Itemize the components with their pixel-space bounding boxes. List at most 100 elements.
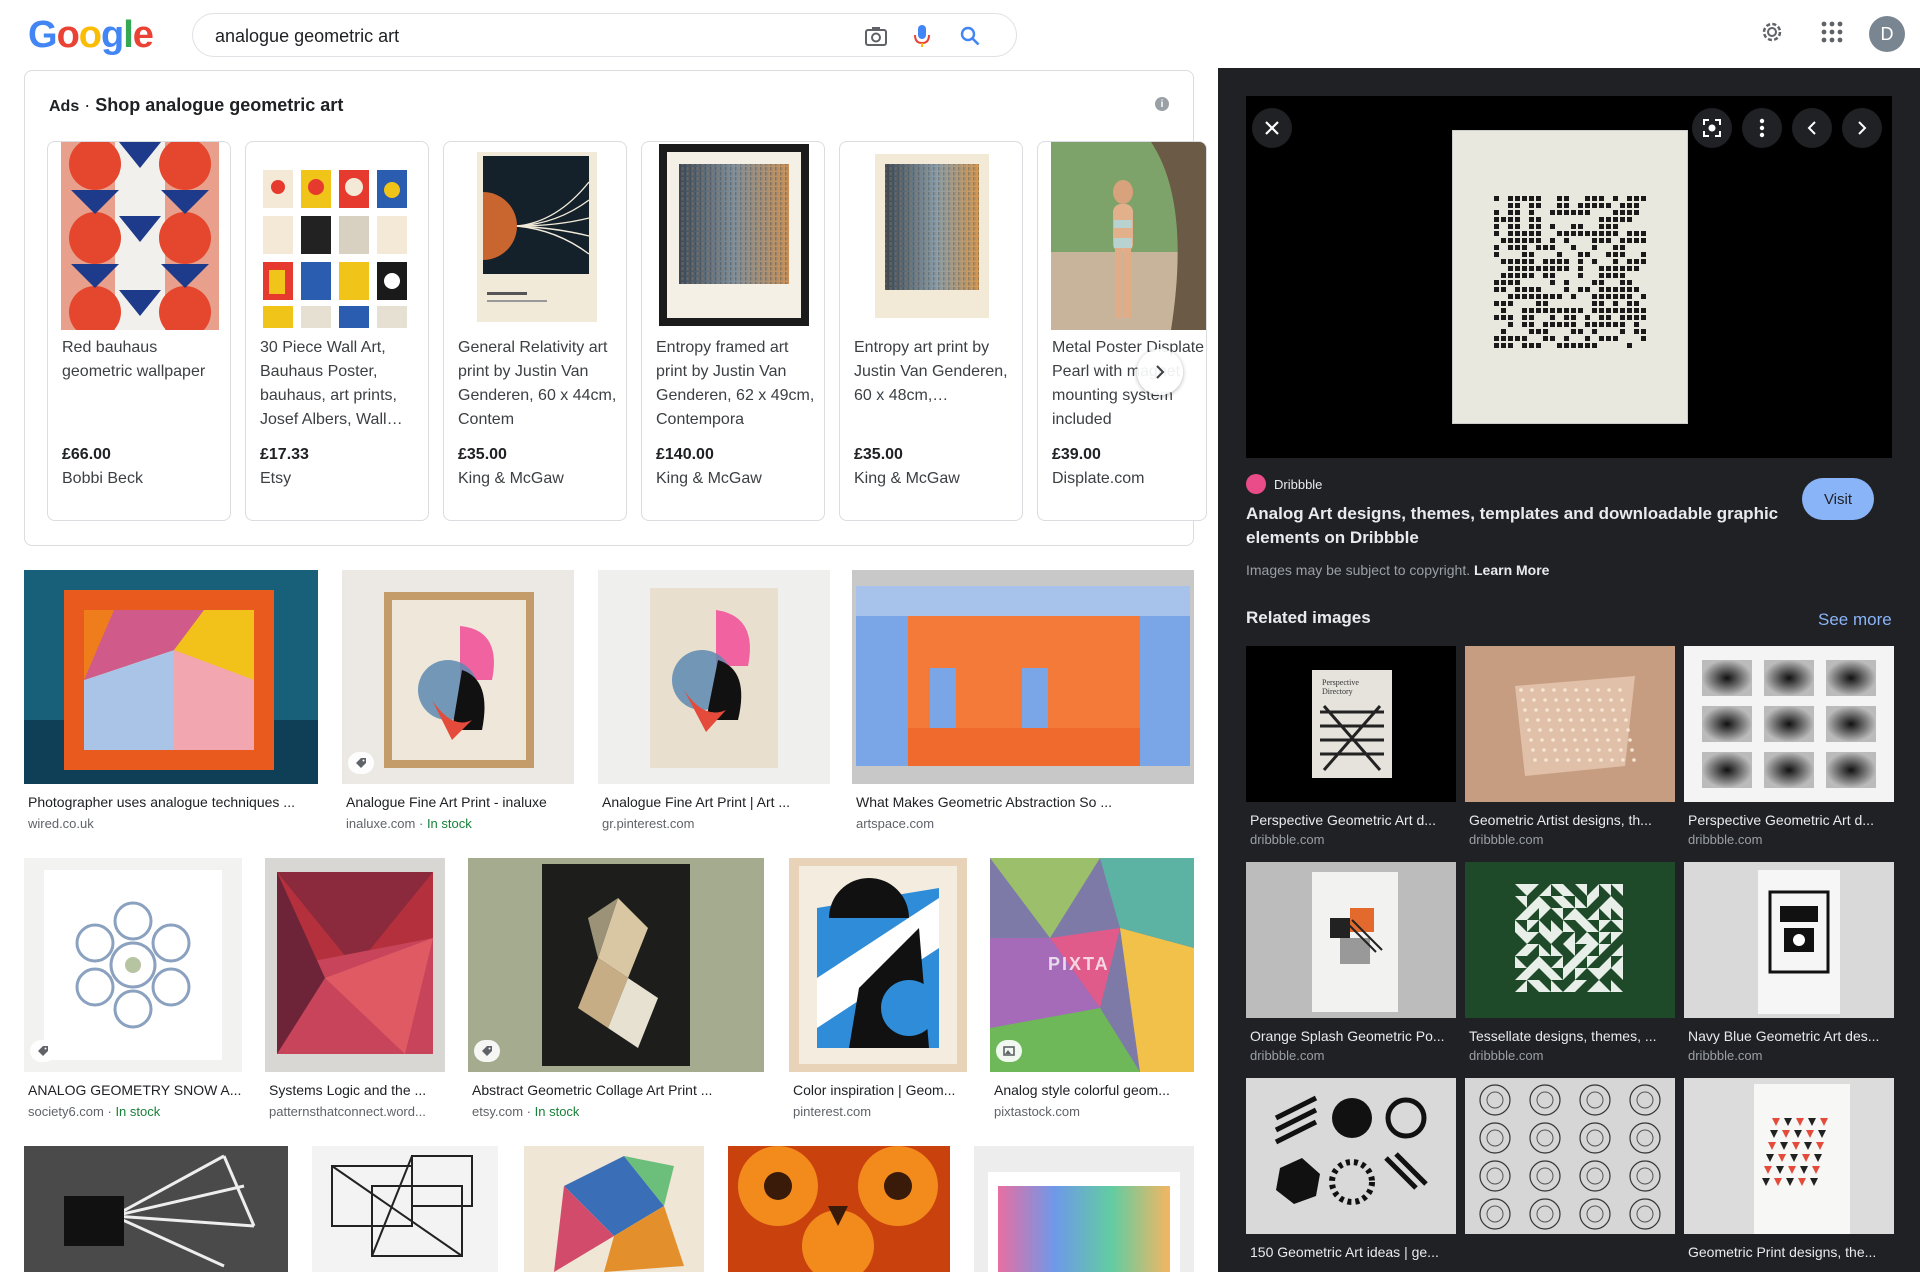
ad-card[interactable]: Entropy framed art print by Justin Van G…	[641, 141, 825, 521]
image-result[interactable]: Systems Logic and the ... patternsthatco…	[265, 858, 445, 1124]
previous-image-button[interactable]	[1792, 108, 1832, 148]
image-result[interactable]: Abstract Geometric Collage Art Print ...…	[468, 858, 764, 1124]
related-image[interactable]: Geometric Artist designs, th... dribbble…	[1465, 646, 1675, 856]
settings-gear-icon[interactable]	[1758, 18, 1786, 46]
result-source-site: etsy.com	[472, 1104, 524, 1119]
result-title: Analogue Fine Art Print - inaluxe	[346, 794, 547, 810]
related-image[interactable]: Geometric Print designs, the...	[1684, 1078, 1894, 1272]
ad-price: £17.33	[260, 446, 309, 463]
result-image	[312, 1146, 498, 1272]
result-title: ANALOG GEOMETRY SNOW A...	[28, 1082, 242, 1098]
preview-artwork	[1452, 130, 1688, 424]
ad-title: Entropy framed art print by Justin Van G…	[656, 339, 815, 428]
result-image	[728, 1146, 950, 1272]
result-source: society6.com · In stock	[28, 1104, 160, 1119]
result-image	[789, 858, 967, 1072]
visit-button[interactable]: Visit	[1802, 478, 1874, 520]
result-image	[265, 858, 445, 1072]
related-image[interactable]: Perspective Geometric Art d... dribbble.…	[1684, 646, 1894, 856]
ad-card[interactable]: General Relativity art print by Justin V…	[443, 141, 627, 521]
related-thumbnail	[1465, 646, 1675, 802]
ad-product-image	[853, 142, 1011, 330]
image-result[interactable]	[524, 1146, 704, 1272]
info-icon[interactable]: i	[1155, 97, 1169, 111]
google-logo[interactable]: Google	[28, 14, 154, 57]
result-stock-separator: ·	[523, 1104, 535, 1119]
search-icon[interactable]	[958, 24, 982, 48]
image-result[interactable]: Color inspiration | Geom... pinterest.co…	[789, 858, 967, 1124]
next-image-button[interactable]	[1842, 108, 1882, 148]
image-result[interactable]	[974, 1146, 1194, 1272]
related-thumbnail	[1246, 1078, 1456, 1234]
lens-search-button[interactable]	[1692, 108, 1732, 148]
related-image[interactable]: Navy Blue Geometric Art des... dribbble.…	[1684, 862, 1894, 1072]
search-input[interactable]	[215, 23, 835, 49]
related-image[interactable]: Orange Splash Geometric Po... dribbble.c…	[1246, 862, 1456, 1072]
related-image[interactable]: 150 Geometric Art ideas | ge...	[1246, 1078, 1456, 1272]
related-source: dribbble.com	[1250, 832, 1325, 847]
related-image[interactable]: Perspective Directory Perspective Geomet…	[1246, 646, 1456, 856]
shopping-tag-icon	[474, 1040, 500, 1062]
search-box	[192, 13, 1017, 57]
related-source: dribbble.com	[1469, 1048, 1544, 1063]
image-result[interactable]	[24, 1146, 288, 1272]
ads-separator: ·	[84, 95, 91, 115]
result-stock-separator: ·	[103, 1104, 116, 1119]
close-button[interactable]	[1252, 108, 1292, 148]
ad-card[interactable]: 30 Piece Wall Art, Bauhaus Poster, bauha…	[245, 141, 429, 521]
book-cover-title: Perspective Directory	[1322, 678, 1359, 696]
image-result[interactable]: What Makes Geometric Abstraction So ... …	[852, 570, 1194, 836]
image-result[interactable]	[312, 1146, 498, 1272]
related-title: Geometric Print designs, the...	[1688, 1244, 1877, 1260]
ads-title-text: Shop analogue geometric art	[95, 95, 344, 115]
related-thumbnail	[1684, 646, 1894, 802]
camera-icon[interactable]	[864, 24, 888, 48]
result-source: artspace.com	[856, 816, 934, 831]
result-title: Photographer uses analogue techniques ..…	[28, 794, 295, 810]
ad-card[interactable]: Red bauhaus geometric wallpaper £66.00 B…	[47, 141, 231, 521]
image-result[interactable]: ANALOG GEOMETRY SNOW A... society6.com ·…	[24, 858, 242, 1124]
ad-title: Red bauhaus geometric wallpaper	[62, 339, 206, 380]
watermark-text: PIXTA	[1048, 954, 1110, 974]
result-source: pixtastock.com	[994, 1104, 1080, 1119]
related-thumbnail	[1246, 862, 1456, 1018]
related-image[interactable]: Tessellate designs, themes, ... dribbble…	[1465, 862, 1675, 1072]
ad-merchant: King & McGaw	[656, 470, 762, 487]
ad-product-image	[259, 142, 417, 330]
result-title: Abstract Geometric Collage Art Print ...	[472, 1082, 713, 1098]
more-options-button[interactable]	[1742, 108, 1782, 148]
account-avatar[interactable]: D	[1869, 16, 1905, 52]
chevron-right-icon	[1858, 121, 1867, 135]
result-title: Analog style colorful geom...	[994, 1082, 1170, 1098]
result-source: etsy.com · In stock	[472, 1104, 579, 1119]
related-title: 150 Geometric Art ideas | ge...	[1250, 1244, 1439, 1260]
related-source: dribbble.com	[1688, 1048, 1763, 1063]
shopping-tag-icon	[348, 752, 374, 774]
related-title: Geometric Artist designs, th...	[1469, 812, 1652, 828]
ad-card[interactable]: Entropy art print by Justin Van Genderen…	[839, 141, 1023, 521]
apps-grid-icon[interactable]	[1818, 18, 1846, 46]
image-result[interactable]	[728, 1146, 950, 1272]
source-row[interactable]: Dribbble	[1246, 474, 1322, 494]
ad-title: Entropy art print by Justin Van Genderen…	[854, 339, 1008, 404]
related-thumbnail: Perspective Directory	[1246, 646, 1456, 802]
preview-image-area[interactable]	[1246, 96, 1892, 458]
image-result[interactable]: PIXTA Analog style colorful geom... pixt…	[990, 858, 1194, 1124]
see-more-link[interactable]: See more	[1818, 610, 1892, 630]
result-source-site: pinterest.com	[793, 1104, 872, 1119]
carousel-next-button[interactable]	[1137, 349, 1183, 395]
preview-title[interactable]: Analog Art designs, themes, templates an…	[1246, 502, 1806, 550]
result-stock-separator: ·	[415, 816, 427, 831]
ad-product-image	[655, 142, 813, 330]
related-image[interactable]	[1465, 1078, 1675, 1272]
image-result[interactable]: Analogue Fine Art Print - inaluxe inalux…	[342, 570, 574, 836]
ad-card[interactable]: Metal Poster Displate Pearl with magnet …	[1037, 141, 1207, 521]
microphone-icon[interactable]	[910, 24, 934, 48]
image-result[interactable]: Photographer uses analogue techniques ..…	[24, 570, 318, 836]
ad-price: £35.00	[854, 446, 903, 463]
result-source-site: patternsthatconnect.word...	[269, 1104, 426, 1119]
learn-more-link[interactable]: Learn More	[1474, 562, 1549, 578]
shopping-ads-panel: Ads · Shop analogue geometric art i Red …	[24, 70, 1207, 546]
ads-label: Ads	[49, 98, 80, 115]
image-result[interactable]: Analogue Fine Art Print | Art ... gr.pin…	[598, 570, 830, 836]
